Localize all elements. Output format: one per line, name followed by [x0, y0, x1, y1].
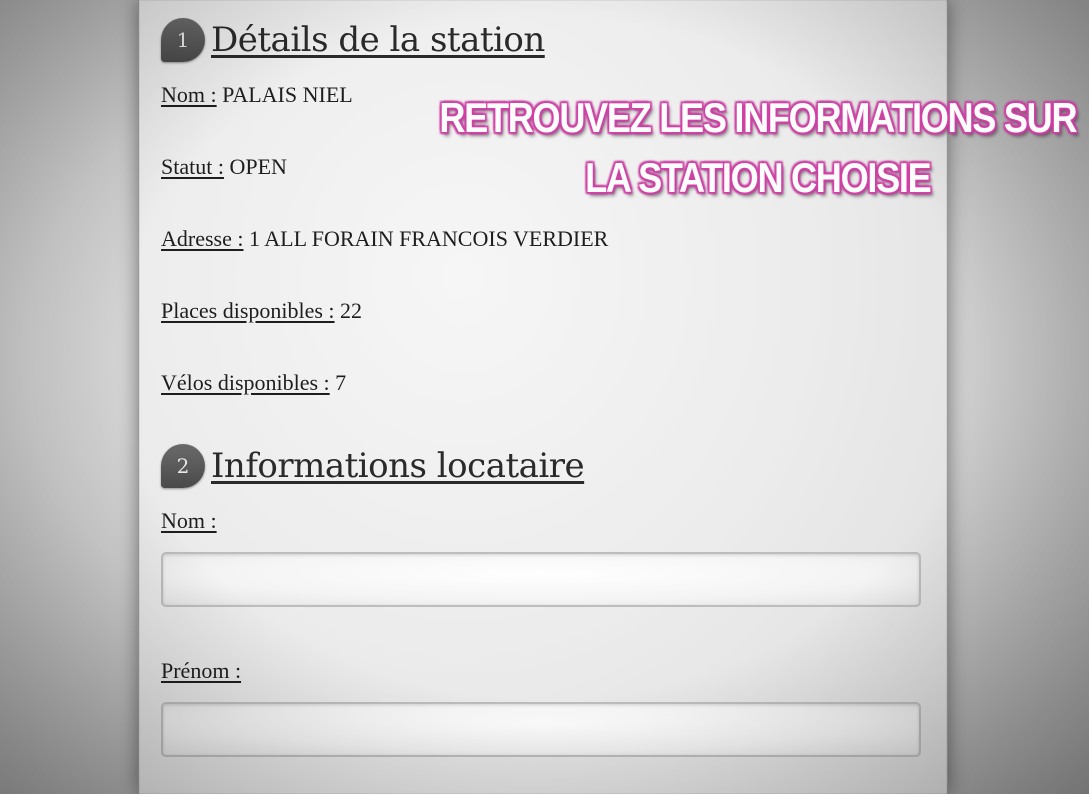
- available-spots-label: Places disponibles :: [161, 298, 335, 323]
- station-status-label: Statut :: [161, 154, 224, 179]
- last-name-input[interactable]: [161, 552, 921, 607]
- available-spots-value: 22: [340, 298, 363, 323]
- section-number-badge: 2: [161, 444, 205, 488]
- station-name-value: PALAIS NIEL: [222, 82, 353, 107]
- station-name-label: Nom :: [161, 82, 217, 107]
- promo-caption-line-1: RETROUVEZ LES INFORMATIONS SUR: [439, 94, 1077, 141]
- section-number-badge: 1: [161, 18, 205, 62]
- promo-caption-line-2: LA STATION CHOISIE: [585, 154, 932, 201]
- station-name-row: Nom : PALAIS NIEL: [161, 82, 353, 108]
- station-address-row: Adresse : 1 ALL FORAIN FRANCOIS VERDIER: [161, 226, 608, 252]
- station-status-row: Statut : OPEN: [161, 154, 287, 180]
- section-title-station-details: Détails de la station: [211, 20, 545, 60]
- available-bikes-value: 7: [335, 370, 347, 395]
- promo-caption: RETROUVEZ LES INFORMATIONS SUR LA STATIO…: [428, 88, 1088, 208]
- available-bikes-row: Vélos disponibles : 7: [161, 370, 346, 396]
- first-name-label: Prénom :: [161, 658, 242, 683]
- station-status-value: OPEN: [229, 154, 287, 179]
- available-bikes-label: Vélos disponibles :: [161, 370, 330, 395]
- available-spots-row: Places disponibles : 22: [161, 298, 362, 324]
- station-details-header: 1 Détails de la station: [161, 18, 545, 62]
- last-name-label: Nom :: [161, 508, 217, 533]
- station-address-label: Adresse :: [161, 226, 244, 251]
- station-address-value: 1 ALL FORAIN FRANCOIS VERDIER: [248, 226, 609, 251]
- renter-info-header: 2 Informations locataire: [161, 444, 585, 488]
- section-title-renter-info: Informations locataire: [211, 446, 585, 486]
- first-name-input[interactable]: [161, 702, 921, 757]
